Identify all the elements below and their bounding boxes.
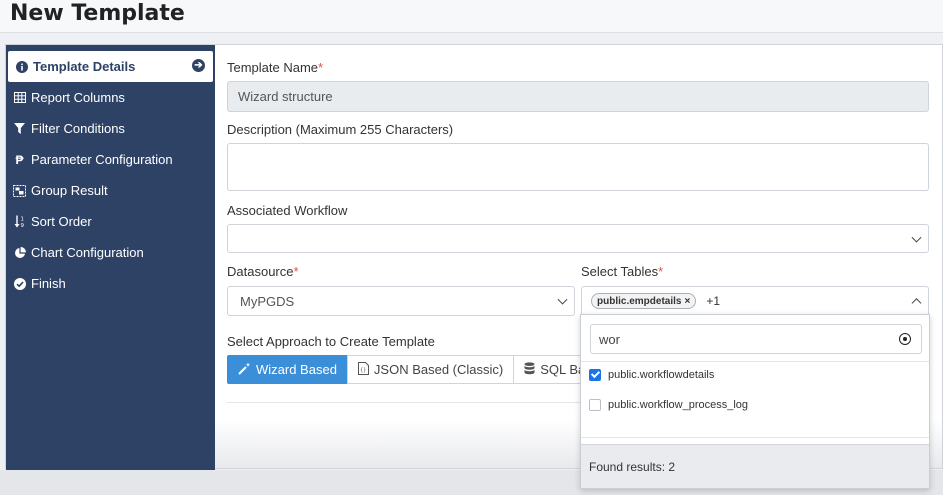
sidebar-item-label: Template Details [33, 59, 136, 74]
sidebar-item-label: Report Columns [31, 90, 125, 105]
tables-label-text: Select Tables [581, 264, 659, 279]
tag-label: public.empdetails [597, 295, 682, 307]
dropdown-separator [581, 361, 929, 362]
datasource-label-text: Datasource [227, 264, 294, 279]
sidebar-item-sort-order[interactable]: 19 Sort Order [6, 206, 215, 237]
tables-label: Select Tables* [581, 264, 663, 279]
sidebar-item-group-result[interactable]: Group Result [6, 175, 215, 206]
description-label: Description (Maximum 255 Characters) [227, 122, 454, 137]
wizard-based-button[interactable]: Wizard Based [227, 355, 348, 384]
tag-remove-icon[interactable]: × [684, 296, 690, 307]
workflow-label: Associated Workflow [227, 203, 348, 218]
checkbox-unchecked[interactable] [589, 399, 601, 411]
required-mark: * [318, 60, 324, 75]
results-footer: Found results: 2 [581, 444, 929, 488]
json-file-icon: {} [357, 361, 369, 378]
datasource-value: MyPGDS [240, 293, 295, 309]
chevron-down-icon [557, 294, 568, 305]
clear-search-icon[interactable] [899, 333, 911, 345]
sidebar-item-label: Finish [31, 276, 66, 291]
required-mark: * [658, 264, 664, 279]
svg-text:9: 9 [20, 223, 24, 228]
page-header: New Template [0, 0, 943, 33]
arrow-right-circle-icon: ➔ [192, 59, 205, 72]
page-title: New Template [10, 1, 185, 26]
group-icon [13, 184, 26, 197]
datasource-select[interactable]: MyPGDS [227, 286, 575, 316]
tables-search-input[interactable]: wor [590, 324, 922, 354]
pie-chart-icon [13, 246, 26, 259]
sidebar-item-label: Sort Order [31, 214, 92, 229]
info-circle-icon [15, 60, 28, 73]
table-option[interactable]: public.workflowdetails [589, 365, 714, 385]
checkbox-checked[interactable] [589, 369, 601, 381]
table-option[interactable]: public.workflow_process_log [589, 395, 748, 415]
results-count: Found results: 2 [589, 459, 676, 474]
template-name-input[interactable]: Wizard structure [227, 81, 929, 112]
template-name-label-text: Template Name [227, 60, 319, 75]
wizard-sidebar: Template Details ➔ Report Columns Filter… [6, 45, 215, 470]
button-label: Wizard Based [256, 362, 337, 377]
button-label: JSON Based (Classic) [373, 362, 504, 377]
datasource-label: Datasource* [227, 264, 299, 279]
check-circle-icon [13, 277, 26, 290]
sidebar-item-label: Filter Conditions [31, 121, 125, 136]
form-divider [227, 402, 582, 403]
dropdown-separator [581, 437, 929, 438]
option-label: public.workflowdetails [608, 369, 715, 381]
sidebar-item-template-details[interactable]: Template Details ➔ [8, 51, 213, 82]
tables-multiselect[interactable]: public.empdetails × +1 [581, 286, 929, 316]
sidebar-item-chart-configuration[interactable]: Chart Configuration [6, 237, 215, 268]
chevron-up-icon [911, 298, 922, 309]
template-name-value: Wizard structure [238, 89, 333, 104]
search-value: wor [599, 331, 620, 347]
sidebar-item-finish[interactable]: Finish [6, 268, 215, 299]
sidebar-item-parameter-configuration[interactable]: ₱ Parameter Configuration [6, 144, 215, 175]
description-textarea[interactable] [227, 143, 929, 191]
approach-button-group: Wizard Based {} JSON Based (Classic) SQL… [227, 355, 618, 384]
option-label: public.workflow_process_log [608, 399, 749, 411]
sidebar-item-filter-conditions[interactable]: Filter Conditions [6, 113, 215, 144]
database-icon [524, 361, 535, 378]
approach-label: Select Approach to Create Template [227, 334, 435, 349]
workflow-select[interactable] [227, 224, 929, 253]
table-icon [13, 91, 26, 104]
json-based-button[interactable]: {} JSON Based (Classic) [346, 355, 515, 384]
sidebar-item-label: Group Result [31, 183, 108, 198]
sidebar-item-report-columns[interactable]: Report Columns [6, 82, 215, 113]
required-mark: * [293, 264, 299, 279]
sidebar-item-label: Parameter Configuration [31, 152, 173, 167]
chevron-down-icon [911, 232, 922, 243]
sort-icon: 19 [13, 215, 26, 228]
template-name-label: Template Name* [227, 60, 323, 75]
svg-text:1: 1 [20, 217, 24, 223]
svg-text:{}: {} [360, 367, 366, 373]
filter-icon [13, 122, 26, 135]
sidebar-item-label: Chart Configuration [31, 245, 144, 260]
more-count-badge: +1 [706, 294, 720, 308]
selected-table-tag: public.empdetails × [591, 293, 697, 309]
parameter-icon: ₱ [15, 152, 24, 167]
magic-wand-icon [238, 362, 251, 378]
tables-dropdown-panel: wor public.workflowdetails public.workfl… [580, 314, 930, 489]
